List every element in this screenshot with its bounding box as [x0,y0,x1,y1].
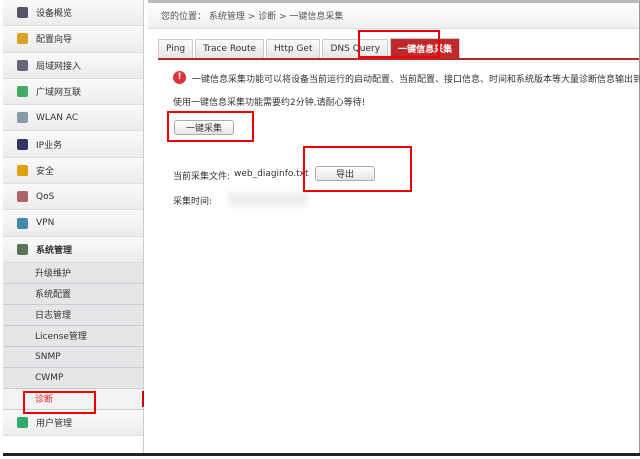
vpn-icon [17,217,28,229]
sidebar-item-label: 系统管理 [36,245,73,256]
export-button[interactable]: 导出 [315,166,375,181]
sidebar-subitem[interactable]: SNMP [3,346,143,368]
sidebar-item[interactable]: QoS [3,184,143,211]
qos-icon [17,191,28,203]
file-label: 当前采集文件: [173,172,231,182]
sidebar-item[interactable]: 广域网互联 [3,78,143,106]
wlan-icon [17,112,28,124]
file-name: web_diaginfo.txt [234,169,309,179]
sidebar-item-label: VPN [36,218,55,229]
config-wizard-icon [17,33,28,45]
ip-service-icon [17,138,28,150]
sidebar-item-label: 安全 [36,166,55,177]
sidebar-subitem[interactable]: 系统配置 [3,283,143,305]
sidebar-item[interactable]: 用户管理 [3,409,143,437]
tab-dns-query[interactable]: DNS Query [322,39,389,58]
breadcrumb: 您的位置： 系统管理 > 诊断 > 一键信息采集 [148,3,639,29]
sidebar-item[interactable]: VPN [3,210,143,237]
sidebar-subitem[interactable]: CWMP [3,367,143,389]
tab-http-get[interactable]: Http Get [266,39,321,58]
sidebar-item-label: 设备概览 [36,9,73,20]
sidebar-item[interactable]: WLAN AC [3,105,143,132]
sidebar-subitem[interactable]: 诊断 [3,388,144,410]
sidebar-item-label: 用户管理 [36,419,73,430]
sidebar-item[interactable]: IP业务 [3,131,143,158]
sidebar-item[interactable]: 设备概览 [3,0,143,27]
tab-trace-route[interactable]: Trace Route [195,39,265,58]
shield-icon [17,164,28,176]
time-value-blurred [228,192,308,206]
sidebar-item-label: 广域网互联 [36,88,82,99]
sidebar-subitem[interactable]: 升级维护 [3,262,143,284]
time-label: 采集时间: [173,197,213,207]
warning-icon: ! [173,71,186,84]
sidebar-item-label: IP业务 [36,140,63,151]
tab-info-collect[interactable]: 一键信息采集 [390,38,461,58]
note-text: 使用一键信息采集功能需要约2分钟,请耐心等待! [173,98,366,108]
bottom-border [3,453,640,456]
tab-ping[interactable]: Ping [158,39,194,58]
sidebar-item-label: QoS [36,191,55,202]
user-icon [17,417,28,429]
warning-text: 一键信息采集功能可以将设备当前运行的启动配置、当前配置、接口信息、时间和系统版本… [192,75,640,85]
sidebar-item-label: 配置向导 [36,35,73,46]
collect-button[interactable]: 一键采集 [174,120,234,135]
sidebar-item[interactable]: 安全 [3,157,143,185]
device-overview-icon [17,7,28,19]
lan-icon [17,59,28,71]
sidebar-item[interactable]: 配置向导 [3,26,143,53]
sidebar: 设备概览配置向导局域网接入广域网互联 WLAN AC IP业务安全 QoS VPN 系统管… [3,0,144,453]
sidebar-item[interactable]: 局域网接入 [3,52,143,79]
wan-icon [17,86,28,98]
main-panel: 您的位置： 系统管理 > 诊断 > 一键信息采集 Ping Trace Rout… [148,0,640,453]
tab-bar: Ping Trace Route Http Get DNS Query 一键信息… [158,38,639,60]
sidebar-subitem[interactable]: 日志管理 [3,304,143,326]
sidebar-subitem[interactable]: License管理 [3,325,143,347]
sidebar-item-label: 局域网接入 [36,61,82,72]
sidebar-item-label: WLAN AC [36,112,79,123]
system-icon [17,243,28,255]
sidebar-item[interactable]: 系统管理 [3,236,143,263]
